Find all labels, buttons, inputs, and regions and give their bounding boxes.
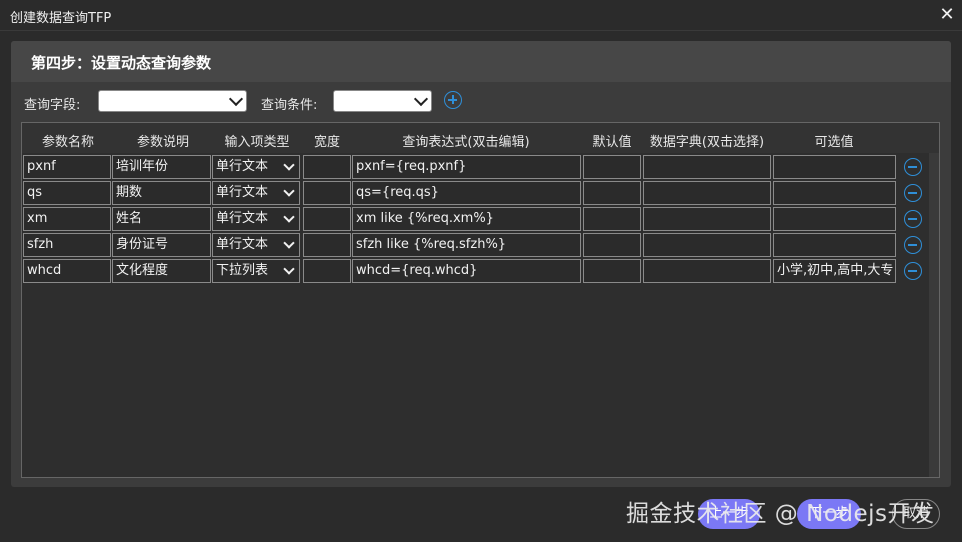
param-desc-value: 培训年份 <box>116 159 169 174</box>
remove-row-icon[interactable] <box>904 236 922 254</box>
width-input[interactable] <box>303 233 351 257</box>
param-desc-input[interactable]: 培训年份 <box>112 155 211 179</box>
data-dict-input[interactable] <box>643 233 771 257</box>
query-expr-value: sfzh like {%req.sfzh%} <box>356 237 507 252</box>
default-value-input[interactable] <box>583 207 641 231</box>
input-type-select[interactable]: 单行文本 <box>212 233 300 257</box>
param-desc-input[interactable]: 身份证号 <box>112 233 211 257</box>
data-dict-input[interactable] <box>643 259 771 283</box>
param-name-value: whcd <box>27 263 62 278</box>
step-title: 第四步：设置动态查询参数 <box>31 54 212 72</box>
query-field-label: 查询字段: <box>24 98 81 113</box>
query-expr-input[interactable]: xm like {%req.xm%} <box>352 207 581 231</box>
query-expr-value: xm like {%req.xm%} <box>356 211 494 226</box>
param-name-input[interactable]: xm <box>23 207 111 231</box>
grid-scrollbar[interactable] <box>929 153 939 477</box>
input-type-value: 单行文本 <box>216 237 269 252</box>
query-expr-input[interactable]: whcd={req.whcd} <box>352 259 581 283</box>
remove-row-icon[interactable] <box>904 210 922 228</box>
options-input[interactable] <box>773 207 896 231</box>
param-desc-value: 期数 <box>116 185 143 200</box>
query-condition-label: 查询条件: <box>261 98 318 113</box>
title-bar: 创建数据查询TFP ✕ <box>0 0 962 31</box>
input-type-value: 单行文本 <box>216 211 269 226</box>
param-name-input[interactable]: sfzh <box>23 233 111 257</box>
col-header-options: 可选值 <box>814 135 854 150</box>
query-expr-input[interactable]: qs={req.qs} <box>352 181 581 205</box>
query-field-select[interactable] <box>98 90 247 112</box>
param-desc-value: 身份证号 <box>116 237 169 252</box>
default-value-input[interactable] <box>583 155 641 179</box>
col-header-width: 宽度 <box>313 135 340 150</box>
close-icon[interactable]: ✕ <box>936 4 958 26</box>
col-header-type: 输入项类型 <box>224 135 290 150</box>
param-name-value: sfzh <box>27 237 54 252</box>
input-type-value: 单行文本 <box>216 185 269 200</box>
col-header-desc: 参数说明 <box>136 135 189 150</box>
chevron-down-icon <box>283 237 295 249</box>
width-input[interactable] <box>303 155 351 179</box>
options-input[interactable]: 小学,初中,高中,大专 <box>773 259 896 283</box>
default-value-input[interactable] <box>583 259 641 283</box>
col-header-name: 参数名称 <box>41 135 94 150</box>
param-desc-value: 文化程度 <box>116 263 169 278</box>
data-dict-input[interactable] <box>643 207 771 231</box>
param-desc-input[interactable]: 文化程度 <box>112 259 211 283</box>
chevron-down-icon <box>283 263 295 275</box>
col-header-dict: 数据字典(双击选择) <box>649 135 765 150</box>
col-header-expr: 查询表达式(双击编辑) <box>402 135 530 150</box>
param-desc-input[interactable]: 期数 <box>112 181 211 205</box>
param-desc-input[interactable]: 姓名 <box>112 207 211 231</box>
chevron-down-icon <box>228 91 244 107</box>
default-value-input[interactable] <box>583 181 641 205</box>
input-type-select[interactable]: 下拉列表 <box>212 259 300 283</box>
param-name-input[interactable]: whcd <box>23 259 111 283</box>
default-value-input[interactable] <box>583 233 641 257</box>
window-title: 创建数据查询TFP <box>10 11 112 26</box>
query-expr-input[interactable]: pxnf={req.pxnf} <box>352 155 581 179</box>
options-input[interactable] <box>773 155 896 179</box>
data-dict-input[interactable] <box>643 155 771 179</box>
query-expr-input[interactable]: sfzh like {%req.sfzh%} <box>352 233 581 257</box>
param-name-input[interactable]: qs <box>23 181 111 205</box>
input-type-select[interactable]: 单行文本 <box>212 207 300 231</box>
remove-row-icon[interactable] <box>904 158 922 176</box>
param-name-input[interactable]: pxnf <box>23 155 111 179</box>
input-type-select[interactable]: 单行文本 <box>212 155 300 179</box>
input-type-select[interactable]: 单行文本 <box>212 181 300 205</box>
width-input[interactable] <box>303 181 351 205</box>
chevron-down-icon <box>283 211 295 223</box>
query-expr-value: pxnf={req.pxnf} <box>356 159 467 174</box>
options-input[interactable] <box>773 233 896 257</box>
step-header: 第四步：设置动态查询参数 <box>11 41 951 82</box>
remove-row-icon[interactable] <box>904 184 922 202</box>
grid-header: 参数名称 参数说明 输入项类型 宽度 查询表达式(双击编辑) 默认值 数据字典(… <box>22 123 939 153</box>
data-dict-input[interactable] <box>643 181 771 205</box>
query-expr-value: whcd={req.whcd} <box>356 263 478 278</box>
input-type-value: 单行文本 <box>216 159 269 174</box>
query-condition-select[interactable] <box>333 90 432 112</box>
width-input[interactable] <box>303 207 351 231</box>
param-name-value: xm <box>27 211 48 226</box>
param-desc-value: 姓名 <box>116 211 143 226</box>
options-input[interactable] <box>773 181 896 205</box>
param-name-value: qs <box>27 185 43 200</box>
add-param-icon[interactable] <box>444 91 462 109</box>
chevron-down-icon <box>413 91 429 107</box>
col-header-default: 默认值 <box>592 135 632 150</box>
width-input[interactable] <box>303 259 351 283</box>
remove-row-icon[interactable] <box>904 262 922 280</box>
chevron-down-icon <box>283 185 295 197</box>
chevron-down-icon <box>283 159 295 171</box>
options-value: 小学,初中,高中,大专 <box>777 263 894 278</box>
query-expr-value: qs={req.qs} <box>356 185 439 200</box>
param-name-value: pxnf <box>27 159 56 174</box>
input-type-value: 下拉列表 <box>216 263 269 278</box>
watermark: 掘金技术社区 @ Nodejs开发 <box>626 501 935 527</box>
